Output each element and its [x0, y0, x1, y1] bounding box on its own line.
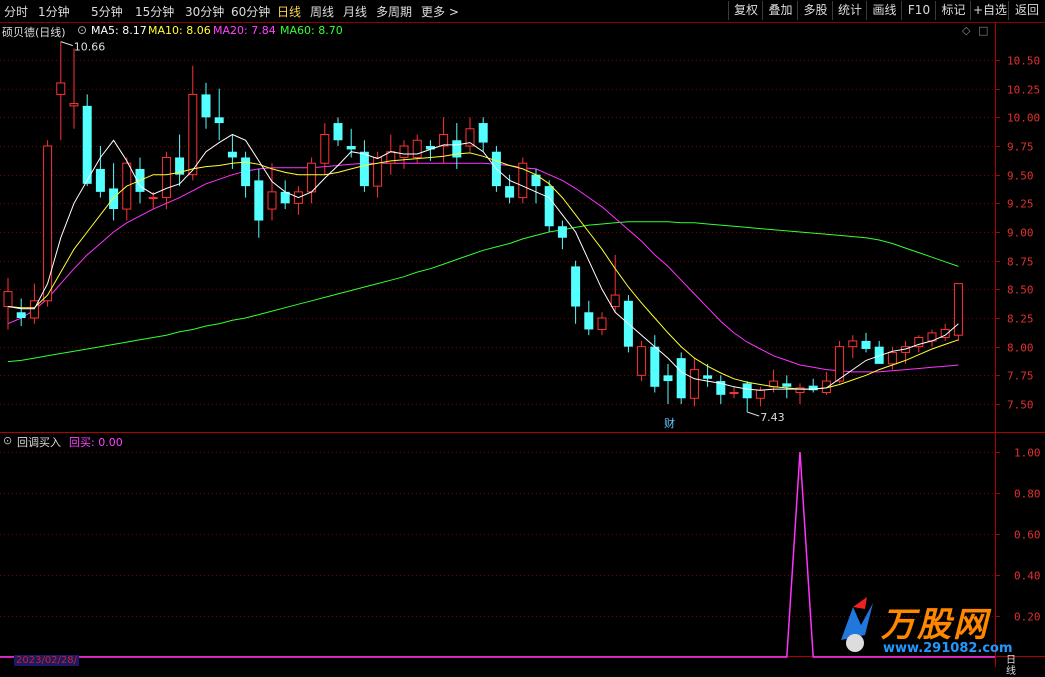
candle-body — [307, 162, 317, 193]
candle-body — [82, 105, 92, 184]
indicator-tick-label: 0.60 — [1014, 529, 1041, 542]
candle-body — [412, 139, 422, 158]
price-tick-label: 8.75 — [1007, 256, 1034, 269]
candle-body — [43, 145, 53, 302]
price-tick-label: 9.00 — [1007, 227, 1034, 240]
candle-body — [359, 151, 369, 187]
candle-body — [3, 291, 13, 308]
candle-body — [373, 156, 383, 187]
price-tick-label: 9.50 — [1007, 170, 1034, 183]
brand-url: www.291082.com — [883, 641, 1013, 656]
price-tick-label: 9.75 — [1007, 141, 1034, 154]
candle-body — [703, 375, 713, 379]
brand-name: 万股网 — [881, 605, 989, 645]
candle-body — [887, 351, 897, 365]
candle-body — [109, 188, 119, 210]
candle-body — [201, 94, 211, 118]
candle-body — [320, 134, 330, 164]
price-tick-label: 10.50 — [1007, 55, 1040, 68]
candle-body — [505, 186, 515, 198]
candle-body — [848, 340, 858, 348]
date-label: 2023/02/28/ — [14, 655, 80, 666]
candle-body — [637, 346, 647, 376]
candle-body — [439, 134, 449, 147]
high-pointer — [60, 41, 73, 47]
candle-body — [610, 294, 620, 308]
price-tick-label: 7.75 — [1007, 370, 1034, 383]
candle-body — [755, 389, 765, 399]
candle-body — [544, 186, 554, 227]
candle-body — [676, 358, 686, 399]
candle-body — [571, 266, 581, 307]
candle-body — [69, 103, 79, 107]
grid-lines — [0, 22, 1045, 667]
candle-body — [729, 392, 739, 395]
ma10-polyline — [7, 152, 959, 390]
ma60-polyline — [7, 221, 959, 363]
candle-body — [161, 156, 171, 199]
price-axis: 10.50 10.25 10.00 9.75 9.50 9.25 9.00 8.75 8.50 8… — [995, 55, 1040, 412]
candle-body — [663, 375, 673, 382]
candle-body — [254, 180, 264, 221]
candle-body — [227, 151, 237, 158]
candle-body — [267, 191, 277, 210]
indicator-tick-label: 0.40 — [1014, 570, 1041, 583]
ma5-line — [7, 133, 959, 391]
candle-body — [333, 123, 343, 141]
ma20-line — [7, 162, 959, 373]
high-label: 10.66 — [74, 41, 106, 54]
candle-body — [650, 346, 660, 387]
watermark-logo: 万股网 www.291082.com — [833, 595, 1043, 660]
candle-body — [95, 168, 105, 192]
ma20-polyline — [7, 162, 959, 373]
price-tick-label: 8.25 — [1007, 313, 1034, 326]
indicator-tick-label: 1.00 — [1014, 447, 1041, 460]
price-tick-label: 8.00 — [1007, 342, 1034, 355]
price-tick-label: 10.25 — [1007, 84, 1040, 97]
candle-body — [148, 197, 158, 200]
candle-body — [214, 117, 224, 124]
candle-body — [346, 146, 356, 150]
candle-body — [953, 283, 963, 336]
cai-marker: 财 — [664, 416, 675, 430]
candle-body — [861, 340, 871, 349]
ma10-line — [7, 152, 959, 390]
indicator-tick-label: 0.80 — [1014, 488, 1041, 501]
ma60-line — [7, 221, 959, 363]
candle-body — [742, 383, 752, 399]
price-tick-label: 8.50 — [1007, 284, 1034, 297]
candle-body — [16, 312, 26, 318]
ma5-polyline — [7, 133, 959, 391]
low-pointer — [747, 411, 760, 417]
price-tick-label: 9.25 — [1007, 198, 1034, 211]
candle-body — [597, 317, 607, 330]
candle-body — [835, 346, 845, 382]
kline-chart[interactable]: 10.50 10.25 10.00 9.75 9.50 9.25 9.00 8.75 8.50 8… — [0, 0, 1045, 667]
candle-body — [584, 312, 594, 330]
candle-body — [188, 93, 198, 176]
candle-body — [56, 82, 66, 95]
candle-body — [478, 123, 488, 143]
candle-body — [874, 346, 884, 364]
candle-body — [689, 369, 699, 399]
low-label: 7.43 — [760, 411, 785, 424]
candle-body — [782, 383, 792, 387]
candle-body — [557, 226, 567, 238]
price-tick-label: 10.00 — [1007, 112, 1040, 125]
annotations: 10.66 7.43 财 — [60, 41, 785, 430]
price-tick-label: 7.50 — [1007, 399, 1034, 412]
candle-body — [399, 145, 409, 158]
candles — [3, 41, 963, 413]
